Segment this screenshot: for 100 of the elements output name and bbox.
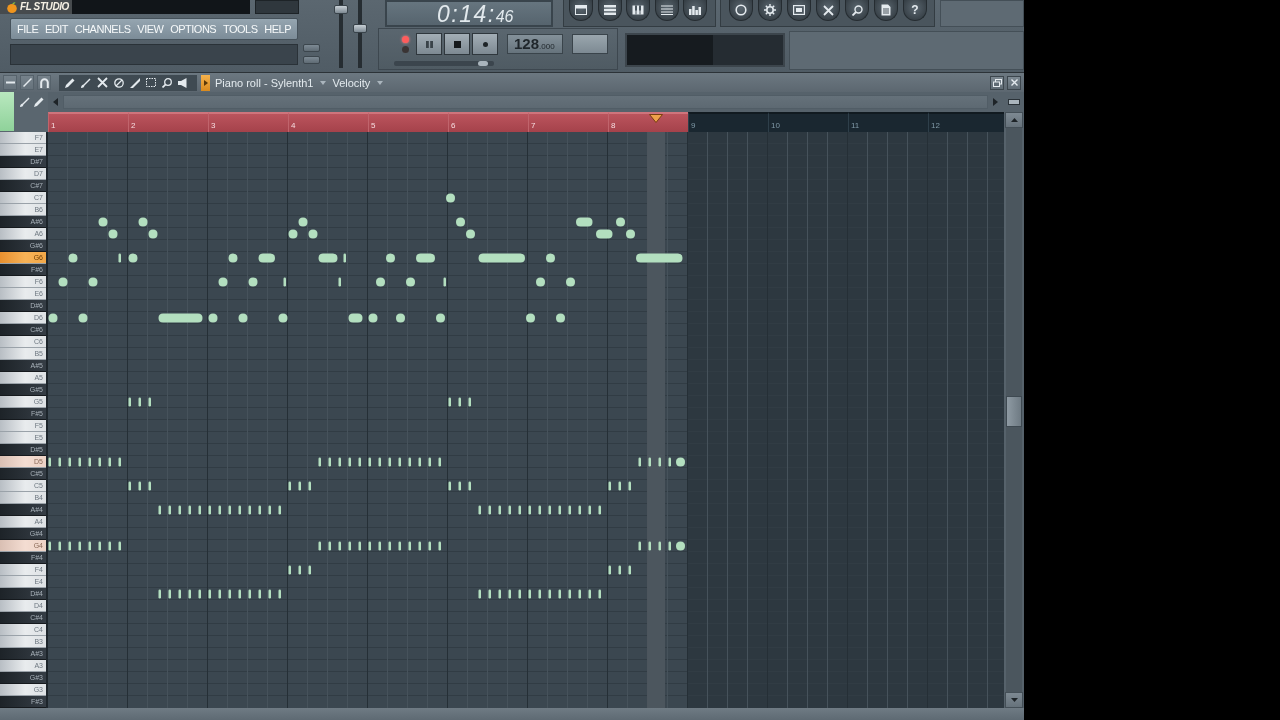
toolbar-button[interactable]: [816, 0, 840, 21]
toolbar-button[interactable]: [758, 0, 782, 21]
timeline-bar[interactable]: 7: [528, 112, 608, 132]
close-button[interactable]: [1007, 75, 1021, 90]
note-row[interactable]: [48, 541, 685, 551]
up-triangle-icon: [1010, 118, 1018, 122]
down-triangle-icon: [1010, 698, 1018, 702]
note-row[interactable]: [68, 253, 683, 263]
note-row[interactable]: [446, 193, 455, 203]
scroll-left-icon[interactable]: [53, 98, 58, 106]
triangle-icon: [203, 79, 208, 86]
magnifier-icon[interactable]: [162, 77, 172, 88]
toolbar-button[interactable]: [626, 0, 650, 21]
brush-icon[interactable]: [81, 77, 91, 88]
tempo-value: 128: [514, 35, 540, 53]
cross-icon[interactable]: [97, 77, 108, 88]
pause-button[interactable]: [416, 33, 442, 55]
brush-icon[interactable]: [20, 97, 30, 107]
position-slider[interactable]: [394, 61, 494, 66]
timeline-bar[interactable]: 5: [368, 112, 448, 132]
header-button[interactable]: [37, 75, 51, 90]
menu-item[interactable]: OPTIONS: [170, 22, 217, 36]
caret-icon[interactable]: [320, 80, 327, 85]
time-fraction: 46: [495, 8, 514, 27]
toolbar-button[interactable]: [654, 0, 679, 21]
panel-button[interactable]: [303, 44, 320, 52]
note-row[interactable]: [108, 229, 635, 239]
header-button[interactable]: [20, 75, 34, 90]
timeline-bar[interactable]: 4: [288, 112, 368, 132]
speaker-icon[interactable]: [178, 77, 187, 88]
note-row[interactable]: [98, 217, 625, 227]
tempo-display[interactable]: 128.000: [507, 34, 563, 54]
detach-button[interactable]: [990, 75, 1004, 90]
slider-thumb[interactable]: [353, 23, 367, 33]
note-row[interactable]: [128, 397, 471, 407]
timeline-bar[interactable]: 11: [848, 112, 928, 132]
logo-text: FL STUDIO: [20, 1, 69, 13]
zoom-handle-icon[interactable]: [1008, 99, 1020, 105]
menu-item[interactable]: FILE: [17, 22, 39, 36]
toolbar-button[interactable]: [787, 0, 811, 21]
toolbar-button[interactable]: [597, 0, 622, 21]
note-row[interactable]: [158, 589, 601, 599]
slash-icon: [22, 78, 32, 87]
help-button[interactable]: ?: [903, 0, 927, 21]
timeline-bar[interactable]: 12: [928, 112, 1004, 132]
color-swatch-icon[interactable]: [0, 92, 14, 131]
timeline-bar[interactable]: 6: [448, 112, 528, 132]
vertical-scrollbar[interactable]: [1006, 128, 1022, 692]
circle-slash-icon[interactable]: [114, 77, 124, 88]
scrollbar-thumb[interactable]: [1006, 396, 1022, 427]
toolbar-button[interactable]: [874, 0, 898, 21]
slider-thumb[interactable]: [477, 61, 488, 66]
menu-item[interactable]: TOOLS: [222, 22, 258, 36]
time-readout: 0:14:: [437, 2, 496, 26]
toolbar-button[interactable]: [683, 0, 707, 21]
scroll-right-icon[interactable]: [993, 98, 998, 106]
dotted-box-icon[interactable]: [146, 78, 156, 87]
pencil-icon[interactable]: [34, 97, 44, 107]
timeline-bar[interactable]: 8: [608, 112, 688, 132]
bars-icon: [603, 5, 616, 15]
note-row[interactable]: [158, 505, 601, 515]
note-row[interactable]: [58, 277, 575, 287]
caret-icon[interactable]: [377, 80, 384, 85]
cross-icon: [822, 4, 834, 16]
timeline-bar[interactable]: 2: [128, 112, 208, 132]
note-row[interactable]: [48, 457, 685, 467]
header-button[interactable]: [3, 75, 17, 90]
stop-button[interactable]: [444, 33, 470, 55]
timeline-bar[interactable]: 9: [688, 112, 768, 132]
velocity-dropdown[interactable]: Velocity: [332, 76, 371, 89]
menu-item[interactable]: EDIT: [44, 22, 68, 36]
menu-item[interactable]: VIEW: [137, 22, 164, 36]
timeline-bar[interactable]: 3: [208, 112, 288, 132]
toolbar-button[interactable]: [729, 0, 753, 21]
menu-item[interactable]: CHANNELS: [74, 22, 131, 36]
channel-button[interactable]: [201, 74, 210, 91]
magnifier-icon: [851, 4, 863, 16]
pencil-icon[interactable]: [65, 77, 75, 88]
note-row[interactable]: [128, 481, 631, 491]
timeline-bar[interactable]: 10: [768, 112, 848, 132]
slider-thumb[interactable]: [334, 5, 348, 15]
scroll-up-button[interactable]: [1005, 112, 1023, 128]
triangle-marker-icon[interactable]: [649, 114, 663, 123]
page-icon: [881, 4, 891, 16]
toolbar-button[interactable]: [845, 0, 869, 21]
bar-number: 9: [690, 121, 696, 130]
timeline-bar[interactable]: 1: [48, 112, 128, 132]
scroll-down-button[interactable]: [1005, 692, 1023, 708]
record-button[interactable]: [472, 33, 498, 55]
note-row[interactable]: [48, 313, 565, 323]
bar-number: 6: [450, 121, 456, 130]
knife-icon[interactable]: [130, 77, 140, 88]
menu-item[interactable]: HELP: [264, 22, 291, 36]
logo-icon: [7, 1, 17, 13]
bar-number: 2: [130, 121, 136, 130]
bar-number: 10: [770, 121, 780, 130]
gear-icon: [764, 4, 776, 16]
panel-button[interactable]: [303, 56, 320, 64]
note-row[interactable]: [288, 565, 631, 575]
toolbar-button[interactable]: [569, 0, 593, 21]
